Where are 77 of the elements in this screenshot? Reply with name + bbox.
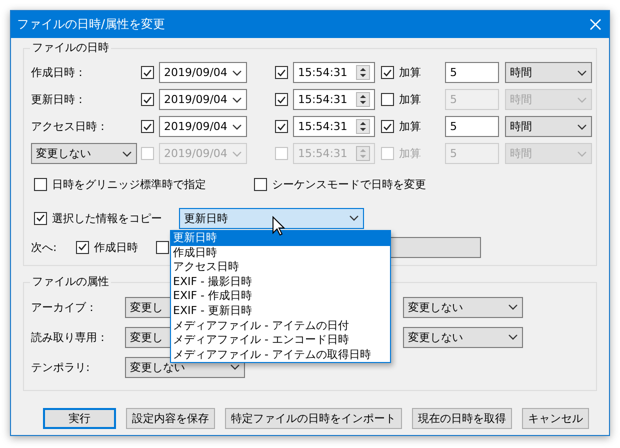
chevron-icon — [577, 70, 587, 76]
checkbox-label: 選択した情報をコピー — [52, 210, 162, 226]
checkbox[interactable] — [254, 178, 267, 190]
checkbox-label: 加算 — [399, 92, 421, 107]
group-title: ファイルの日時 — [30, 41, 111, 55]
checkbox-label: 加算 — [399, 119, 421, 134]
dropdown[interactable]: 変更しない — [403, 296, 523, 318]
unit-dropdown[interactable]: 時間 — [505, 62, 592, 83]
field-label: 更新日時： — [31, 92, 86, 107]
time-field[interactable]: 15:54:31 — [293, 116, 375, 137]
chevron-icon — [232, 70, 242, 76]
dialog-button[interactable]: 特定ファイルの日時をインポート — [225, 408, 402, 429]
checkbox[interactable] — [156, 240, 169, 254]
chevron-icon — [508, 304, 518, 310]
chevron-icon — [577, 150, 587, 156]
checkbox-label: 作成日時 — [94, 240, 138, 254]
checkbox[interactable] — [275, 120, 288, 133]
field-label: テンポラリ: — [31, 360, 90, 374]
chevron-icon — [232, 124, 242, 130]
field-label: 作成日時： — [31, 65, 86, 80]
time-field[interactable]: 15:54:31 — [293, 89, 375, 110]
dropdown-item[interactable]: EXIF - 更新日時 — [171, 304, 390, 319]
field-label: アーカイブ： — [31, 300, 97, 314]
checkbox[interactable] — [141, 120, 154, 133]
dropdown-item[interactable]: 更新日時 — [171, 231, 390, 246]
spinner-icon[interactable] — [356, 92, 370, 107]
chevron-icon — [232, 150, 242, 156]
checkbox[interactable] — [141, 66, 154, 79]
checkbox[interactable] — [381, 93, 394, 106]
source-dropdown[interactable]: 更新日時 — [179, 208, 364, 228]
checkbox-label: 加算 — [399, 65, 421, 80]
dropdown[interactable]: 変更しない — [31, 143, 137, 164]
amount-field[interactable]: 5 — [445, 116, 499, 137]
spinner-icon[interactable] — [356, 119, 370, 134]
amount-field[interactable]: 5 — [445, 62, 499, 83]
dialog-button[interactable]: 設定内容を保存 — [126, 408, 215, 429]
unit-dropdown[interactable]: 時間 — [505, 116, 592, 137]
checkbox[interactable] — [275, 66, 288, 79]
dialog-button[interactable]: 実行 — [43, 408, 116, 429]
chevron-icon — [577, 96, 587, 102]
group-title: ファイルの属性 — [30, 275, 111, 289]
chevron-icon — [232, 96, 242, 102]
dropdown-item[interactable]: EXIF - 作成日時 — [171, 289, 390, 304]
chevron-icon — [508, 334, 518, 340]
checkbox[interactable] — [76, 240, 89, 254]
chevron-icon — [577, 124, 587, 130]
checkbox[interactable] — [381, 66, 394, 79]
date-picker[interactable]: 2019/09/04 — [159, 62, 247, 83]
checkbox[interactable] — [381, 120, 394, 133]
date-picker[interactable]: 2019/09/04 — [159, 89, 247, 110]
field-label: 読み取り専用： — [31, 330, 108, 344]
dropdown-item[interactable]: 作成日時 — [171, 246, 390, 260]
chevron-icon — [122, 150, 132, 156]
dropdown-item[interactable]: メディアファイル - アイテムの日付 — [171, 318, 390, 334]
checkbox-label: 日時をグリニッジ標準時で指定 — [52, 176, 206, 192]
checkbox-label: シーケンスモードで日時を変更 — [272, 176, 426, 192]
checkbox[interactable] — [34, 178, 47, 190]
field-label: アクセス日時： — [31, 119, 108, 134]
checkbox[interactable] — [34, 212, 47, 224]
date-picker[interactable]: 2019/09/04 — [159, 116, 247, 137]
spinner-icon[interactable] — [356, 65, 370, 80]
close-icon[interactable] — [590, 19, 601, 30]
dropdown-item[interactable]: アクセス日時 — [171, 260, 390, 275]
window-title: ファイルの日時/属性を変更 — [17, 16, 166, 33]
checkbox-label: 加算 — [399, 146, 421, 161]
dialog-button[interactable]: 現在の日時を取得 — [412, 408, 512, 429]
checkbox[interactable] — [141, 93, 154, 106]
chevron-icon — [349, 215, 359, 221]
dropdown-item[interactable]: メディアファイル - アイテムの取得日時 — [171, 348, 390, 362]
checkbox[interactable] — [275, 93, 288, 106]
dialog-button[interactable]: キャンセル — [522, 408, 589, 429]
time-field[interactable]: 15:54:31 — [293, 62, 375, 83]
field-label: 次へ: — [31, 240, 57, 254]
dropdown-item[interactable]: メディアファイル - エンコード日時 — [171, 333, 390, 348]
dropdown[interactable]: 変更しない — [403, 326, 523, 348]
dropdown-item[interactable]: EXIF - 撮影日時 — [171, 274, 390, 290]
chevron-icon — [230, 364, 240, 370]
